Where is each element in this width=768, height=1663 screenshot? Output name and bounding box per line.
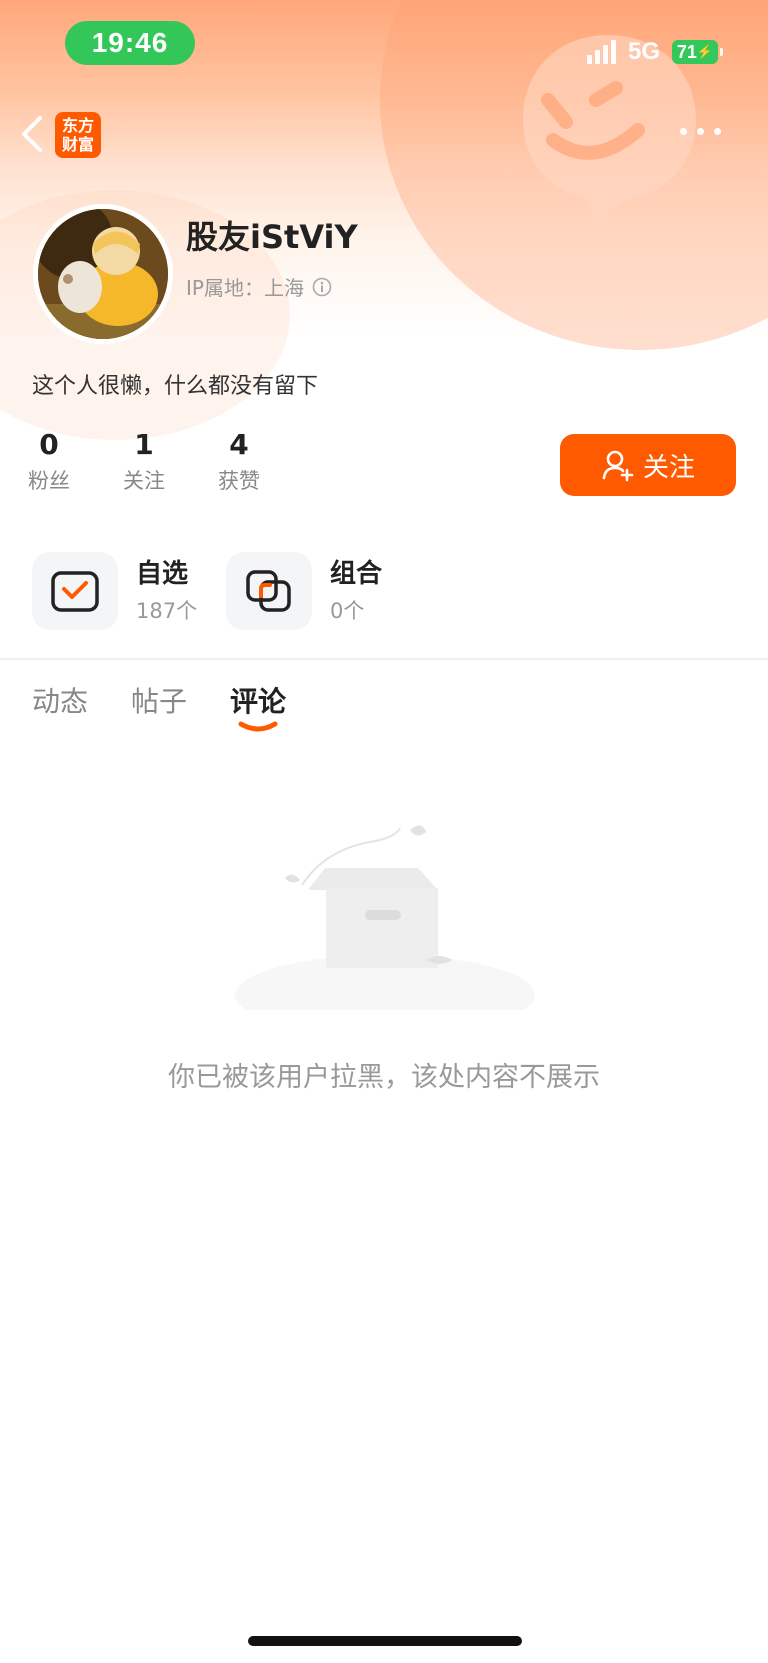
network-type: 5G <box>627 38 660 65</box>
status-time: 19:46 <box>65 21 195 65</box>
shortcut-title: 自选 <box>136 559 189 589</box>
checklist-icon <box>51 571 99 612</box>
portfolio-icon <box>246 570 291 612</box>
stat-fans[interactable]: 0 粉丝 <box>28 428 70 494</box>
stat-label: 粉丝 <box>28 469 70 493</box>
stat-likes[interactable]: 4 获赞 <box>218 428 260 494</box>
shortcut-title: 组合 <box>330 559 383 589</box>
avatar[interactable] <box>33 204 173 344</box>
shortcut-count: 0个 <box>330 599 365 623</box>
bio-text: 这个人很懒，什么都没有留下 <box>32 374 319 399</box>
stat-label: 关注 <box>123 469 165 493</box>
logo-text-line2: 财富 <box>61 135 94 154</box>
stat-count: 0 <box>39 428 59 461</box>
add-user-icon <box>602 450 634 482</box>
shortcut-icon-box <box>32 552 118 630</box>
signal-icon <box>586 40 616 64</box>
stat-count: 4 <box>229 428 249 461</box>
shortcut-watchlist[interactable]: 自选 187个 <box>32 552 197 630</box>
home-indicator <box>248 1636 522 1646</box>
ip-location: IP属地：上海 <box>186 276 304 300</box>
empty-state-message: 你已被该用户拉黑，该处内容不展示 <box>168 1062 600 1093</box>
active-tab-indicator <box>238 721 278 732</box>
tab-comments[interactable]: 评论 <box>230 680 286 720</box>
more-options-button[interactable] <box>680 128 721 135</box>
content-card <box>0 530 768 1663</box>
info-icon[interactable] <box>312 277 332 297</box>
avatar-image <box>38 209 168 339</box>
ip-location-row: IP属地：上海 <box>186 272 332 301</box>
tab-activity[interactable]: 动态 <box>32 680 88 720</box>
stat-following[interactable]: 1 关注 <box>123 428 165 494</box>
stat-count: 1 <box>134 428 154 461</box>
status-indicators: 5G 71 ⚡ <box>586 38 723 66</box>
battery-level: 71 <box>676 41 697 62</box>
stat-label: 获赞 <box>218 469 260 493</box>
empty-box-illustration <box>235 825 535 1010</box>
follow-button[interactable]: 关注 <box>560 434 736 496</box>
tab-posts[interactable]: 帖子 <box>131 680 187 720</box>
shortcut-count: 187个 <box>136 599 198 623</box>
battery-icon: 71 ⚡ <box>672 40 723 64</box>
follow-label: 关注 <box>642 452 695 483</box>
shortcut-icon-box <box>226 552 312 630</box>
section-divider <box>0 658 768 660</box>
username: 股友iStViY <box>186 218 358 256</box>
shortcut-portfolio[interactable]: 组合 0个 <box>226 552 382 630</box>
app-logo: 东方 财富 <box>55 112 101 158</box>
back-button[interactable] <box>18 112 48 156</box>
logo-text-line1: 东方 <box>61 116 94 135</box>
